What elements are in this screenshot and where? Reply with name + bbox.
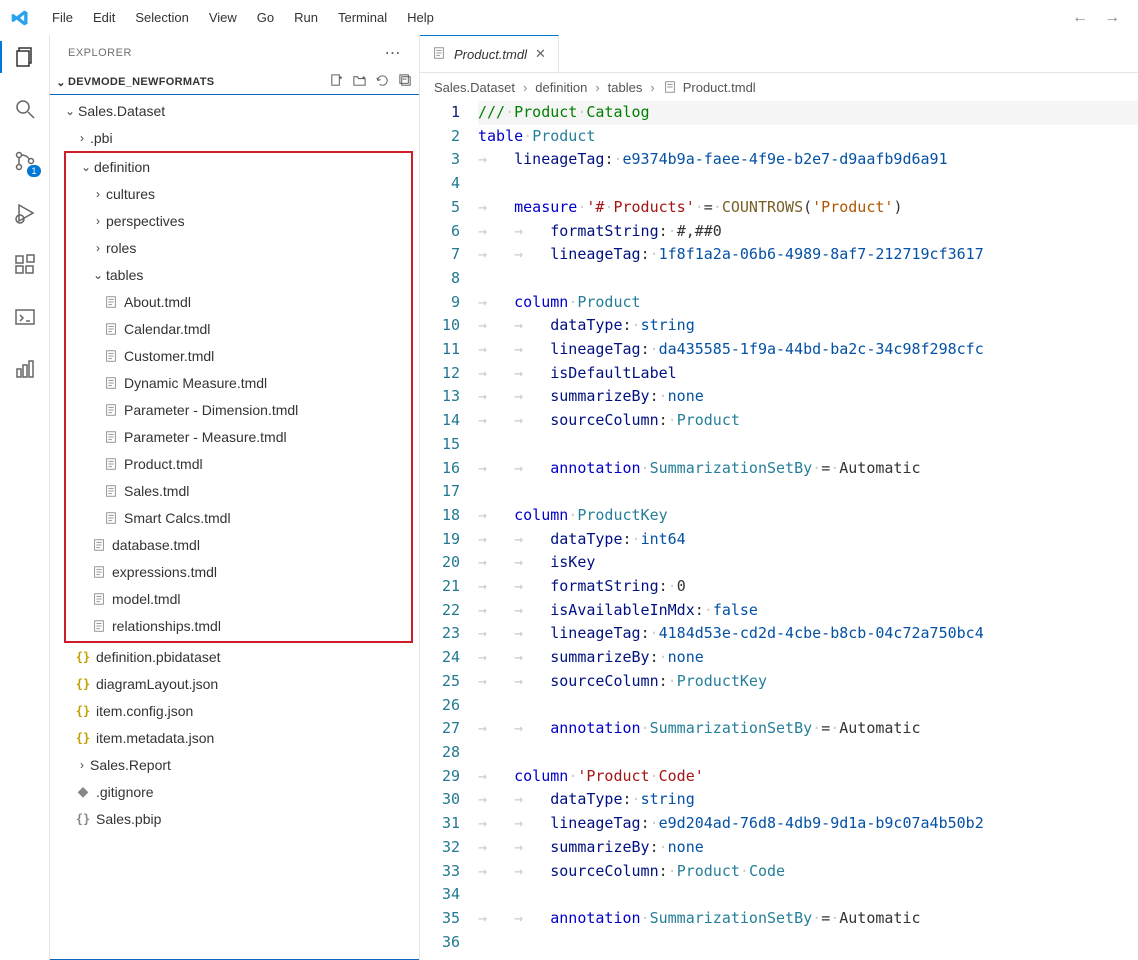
tree-file[interactable]: {}item.config.json bbox=[50, 697, 419, 724]
file-icon bbox=[102, 484, 120, 498]
breadcrumbs: Sales.Dataset › definition › tables › Pr… bbox=[420, 73, 1138, 101]
tree-file[interactable]: Sales.tmdl bbox=[66, 477, 411, 504]
tree-folder[interactable]: ›Sales.Report bbox=[50, 751, 419, 778]
nav-back-icon[interactable]: ← bbox=[1064, 9, 1096, 27]
extensions-activity[interactable] bbox=[11, 251, 39, 279]
file-icon bbox=[90, 592, 108, 606]
tree-file[interactable]: expressions.tmdl bbox=[66, 558, 411, 585]
new-file-icon[interactable] bbox=[329, 73, 344, 91]
sidebar-more-icon[interactable]: ⋯ bbox=[385, 43, 402, 63]
menu-terminal[interactable]: Terminal bbox=[328, 6, 397, 29]
tree-file[interactable]: database.tmdl bbox=[66, 531, 411, 558]
powerbi-activity[interactable] bbox=[11, 355, 39, 383]
search-activity[interactable] bbox=[11, 95, 39, 123]
tree-file[interactable]: Product.tmdl bbox=[66, 450, 411, 477]
file-icon bbox=[90, 565, 108, 579]
tree-file[interactable]: model.tmdl bbox=[66, 585, 411, 612]
json-icon: {} bbox=[74, 731, 92, 745]
source-control-activity[interactable]: 1 bbox=[11, 147, 39, 175]
tab-label: Product.tmdl bbox=[454, 47, 527, 62]
highlight-box: ⌄definition ›cultures ›perspectives ›rol… bbox=[64, 151, 413, 643]
tree-file[interactable]: Customer.tmdl bbox=[66, 342, 411, 369]
file-tree: ⌄Sales.Dataset ›.pbi ⌄definition ›cultur… bbox=[50, 94, 419, 960]
file-icon bbox=[102, 430, 120, 444]
tree-folder[interactable]: ⌄definition bbox=[66, 153, 411, 180]
editor-tab[interactable]: Product.tmdl ✕ bbox=[420, 35, 559, 72]
tree-file[interactable]: Parameter - Measure.tmdl bbox=[66, 423, 411, 450]
code-editor[interactable]: 1234567891011121314151617181920212223242… bbox=[420, 101, 1138, 960]
tree-folder[interactable]: ⌄Sales.Dataset bbox=[50, 97, 419, 124]
tree-file[interactable]: {}item.metadata.json bbox=[50, 724, 419, 751]
tree-file[interactable]: {}diagramLayout.json bbox=[50, 670, 419, 697]
tab-bar: Product.tmdl ✕ bbox=[420, 35, 1138, 73]
new-folder-icon[interactable] bbox=[352, 73, 367, 91]
file-icon bbox=[90, 619, 108, 633]
collapse-all-icon[interactable] bbox=[398, 73, 413, 91]
code-content[interactable]: ///·Product·Catalogtable·Product→ lineag… bbox=[478, 101, 1138, 960]
breadcrumb-item[interactable]: Sales.Dataset bbox=[434, 80, 515, 95]
tree-file[interactable]: relationships.tmdl bbox=[66, 612, 411, 639]
menubar: FileEditSelectionViewGoRunTerminalHelp ←… bbox=[0, 0, 1138, 35]
sidebar-header: EXPLORER ⋯ bbox=[50, 35, 419, 70]
nav-forward-icon[interactable]: → bbox=[1096, 9, 1128, 27]
tree-file[interactable]: ◆.gitignore bbox=[50, 778, 419, 805]
explorer-sidebar: EXPLORER ⋯ ⌄ DEVMODE_NEWFORMATS ⌄Sales.D… bbox=[50, 35, 420, 960]
tree-file[interactable]: Dynamic Measure.tmdl bbox=[66, 369, 411, 396]
activity-bar: 1 bbox=[0, 35, 50, 960]
json-icon: {} bbox=[74, 704, 92, 718]
tree-folder[interactable]: ›roles bbox=[66, 234, 411, 261]
scm-badge: 1 bbox=[27, 165, 40, 177]
menu-run[interactable]: Run bbox=[284, 6, 328, 29]
close-icon[interactable]: ✕ bbox=[535, 46, 546, 62]
tree-file[interactable]: About.tmdl bbox=[66, 288, 411, 315]
gitignore-icon: ◆ bbox=[74, 783, 92, 800]
menu-go[interactable]: Go bbox=[247, 6, 284, 29]
menu-help[interactable]: Help bbox=[397, 6, 444, 29]
file-icon bbox=[102, 295, 120, 309]
workspace-name: DEVMODE_NEWFORMATS bbox=[68, 76, 214, 88]
vscode-logo-icon bbox=[10, 8, 30, 28]
file-icon bbox=[90, 538, 108, 552]
menu-edit[interactable]: Edit bbox=[83, 6, 125, 29]
tree-folder[interactable]: ›perspectives bbox=[66, 207, 411, 234]
tree-file[interactable]: Parameter - Dimension.tmdl bbox=[66, 396, 411, 423]
tree-file[interactable]: {}definition.pbidataset bbox=[50, 643, 419, 670]
tree-file[interactable]: Smart Calcs.tmdl bbox=[66, 504, 411, 531]
explorer-activity[interactable] bbox=[11, 43, 39, 71]
breadcrumb-item[interactable]: definition bbox=[535, 80, 587, 95]
file-icon bbox=[102, 457, 120, 471]
tree-folder[interactable]: ⌄tables bbox=[66, 261, 411, 288]
breadcrumb-item[interactable]: tables bbox=[608, 80, 643, 95]
file-icon bbox=[102, 511, 120, 525]
file-icon bbox=[102, 322, 120, 336]
chevron-down-icon: ⌄ bbox=[54, 76, 68, 89]
tree-file[interactable]: Calendar.tmdl bbox=[66, 315, 411, 342]
terminal-activity[interactable] bbox=[11, 303, 39, 331]
editor-area: Product.tmdl ✕ Sales.Dataset › definitio… bbox=[420, 35, 1138, 960]
menu-view[interactable]: View bbox=[199, 6, 247, 29]
menu-selection[interactable]: Selection bbox=[125, 6, 198, 29]
breadcrumb-item[interactable]: Product.tmdl bbox=[663, 80, 756, 95]
refresh-icon[interactable] bbox=[375, 73, 390, 91]
tree-folder[interactable]: ›.pbi bbox=[50, 124, 419, 151]
workspace-header[interactable]: ⌄ DEVMODE_NEWFORMATS bbox=[50, 70, 419, 94]
tree-folder[interactable]: ›cultures bbox=[66, 180, 411, 207]
tree-file[interactable]: {}Sales.pbip bbox=[50, 805, 419, 832]
menu-file[interactable]: File bbox=[42, 6, 83, 29]
json-icon: {} bbox=[74, 650, 92, 664]
json-icon: {} bbox=[74, 677, 92, 691]
file-icon bbox=[102, 349, 120, 363]
file-icon bbox=[102, 376, 120, 390]
file-icon bbox=[102, 403, 120, 417]
json-icon: {} bbox=[74, 812, 92, 826]
run-debug-activity[interactable] bbox=[11, 199, 39, 227]
file-icon bbox=[432, 46, 446, 63]
sidebar-title: EXPLORER bbox=[68, 47, 132, 59]
line-gutter: 1234567891011121314151617181920212223242… bbox=[420, 101, 478, 960]
